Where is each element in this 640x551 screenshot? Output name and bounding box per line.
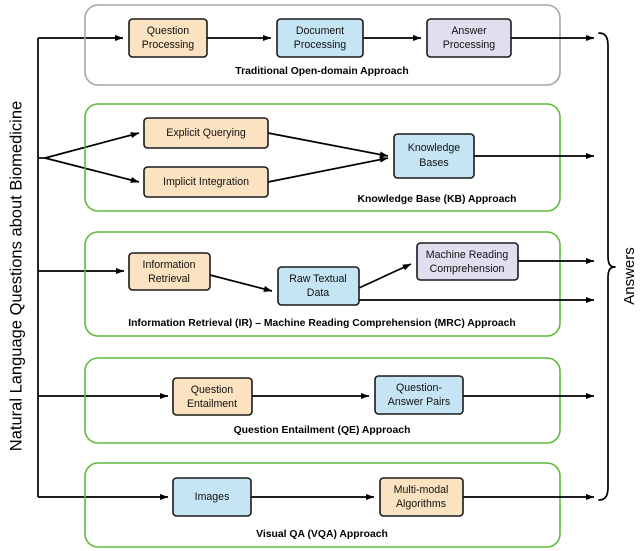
panel-question-entailment-caption: Question Entailment (QE) Approach — [234, 425, 411, 436]
box-document-processing-line1: Document — [296, 25, 344, 37]
box-explicit-querying[interactable]: Explicit Querying — [143, 117, 269, 149]
box-machine-reading-comprehension-line1: Machine Reading — [426, 249, 509, 261]
box-multi-modal-algorithms-line2: Algorithms — [396, 498, 446, 510]
panel-ir-mrc-caption: Information Retrieval (IR) – Machine Rea… — [128, 318, 516, 329]
box-images[interactable]: Images — [172, 477, 252, 517]
right-axis-label: Answers — [621, 247, 638, 305]
box-information-retrieval[interactable]: Information Retrieval — [128, 252, 211, 291]
box-raw-textual-data-line2: Data — [307, 287, 329, 299]
panel-visual-qa: Images Multi-modal Algorithms Visual QA … — [84, 462, 595, 548]
box-explicit-querying-label: Explicit Querying — [166, 127, 246, 139]
box-answer-processing-line2: Processing — [443, 39, 496, 51]
box-machine-reading-comprehension[interactable]: Machine Reading Comprehension — [416, 242, 519, 281]
box-question-processing[interactable]: Question Processing — [128, 18, 208, 58]
box-question-answer-pairs[interactable]: Question- Answer Pairs — [374, 375, 464, 415]
box-question-entailment-line1: Question — [191, 384, 234, 396]
box-knowledge-bases[interactable]: Knowledge Bases — [393, 133, 475, 179]
edge-explicit-to-kb — [267, 132, 389, 158]
left-axis-label: Natural Language Questions about Biomedi… — [7, 101, 25, 451]
panel-visual-qa-caption: Visual QA (VQA) Approach — [256, 529, 388, 540]
box-information-retrieval-line1: Information — [143, 259, 196, 271]
box-raw-textual-data[interactable]: Raw Textual Data — [277, 266, 360, 306]
box-document-processing[interactable]: Document Processing — [276, 18, 364, 58]
box-question-entailment-line2: Entailment — [187, 398, 237, 410]
box-answer-processing[interactable]: Answer Processing — [426, 18, 512, 58]
panel-question-entailment: Question Entailment Question- Answer Pai… — [84, 357, 595, 444]
box-knowledge-bases-line2: Bases — [419, 157, 448, 169]
box-machine-reading-comprehension-line2: Comprehension — [430, 263, 505, 275]
panel-traditional: Question Processing Document Processing … — [84, 4, 595, 86]
edge-implicit-to-kb — [267, 156, 389, 183]
panel-knowledge-base: Explicit Querying Implicit Integration K… — [84, 103, 595, 212]
box-images-label: Images — [195, 491, 230, 503]
answers-brace — [598, 32, 616, 501]
panel-traditional-caption: Traditional Open-domain Approach — [235, 66, 408, 77]
box-information-retrieval-line2: Retrieval — [148, 273, 190, 285]
panel-ir-mrc: Information Retrieval Raw Textual Data M… — [84, 231, 595, 337]
edge-ir-to-raw — [209, 274, 273, 292]
box-multi-modal-algorithms-line1: Multi-modal — [394, 484, 449, 496]
box-knowledge-bases-line1: Knowledge — [408, 142, 461, 154]
box-answer-processing-line1: Answer — [451, 25, 487, 37]
box-multi-modal-algorithms[interactable]: Multi-modal Algorithms — [379, 477, 464, 517]
diagram-svg: Question Processing Document Processing … — [7, 4, 638, 548]
box-raw-textual-data-line1: Raw Textual — [289, 273, 347, 285]
diagram-canvas: Question Processing Document Processing … — [0, 0, 640, 551]
edge-raw-to-mrc — [358, 263, 412, 289]
box-question-answer-pairs-line1: Question- — [396, 382, 442, 394]
box-question-answer-pairs-line2: Answer Pairs — [388, 396, 450, 408]
box-question-processing-line1: Question — [147, 25, 190, 37]
panel-knowledge-base-caption: Knowledge Base (KB) Approach — [358, 194, 517, 205]
box-document-processing-line2: Processing — [294, 39, 347, 51]
box-implicit-integration-label: Implicit Integration — [163, 176, 249, 188]
box-question-processing-line2: Processing — [142, 39, 195, 51]
box-question-entailment[interactable]: Question Entailment — [172, 377, 253, 416]
box-implicit-integration[interactable]: Implicit Integration — [143, 166, 269, 198]
